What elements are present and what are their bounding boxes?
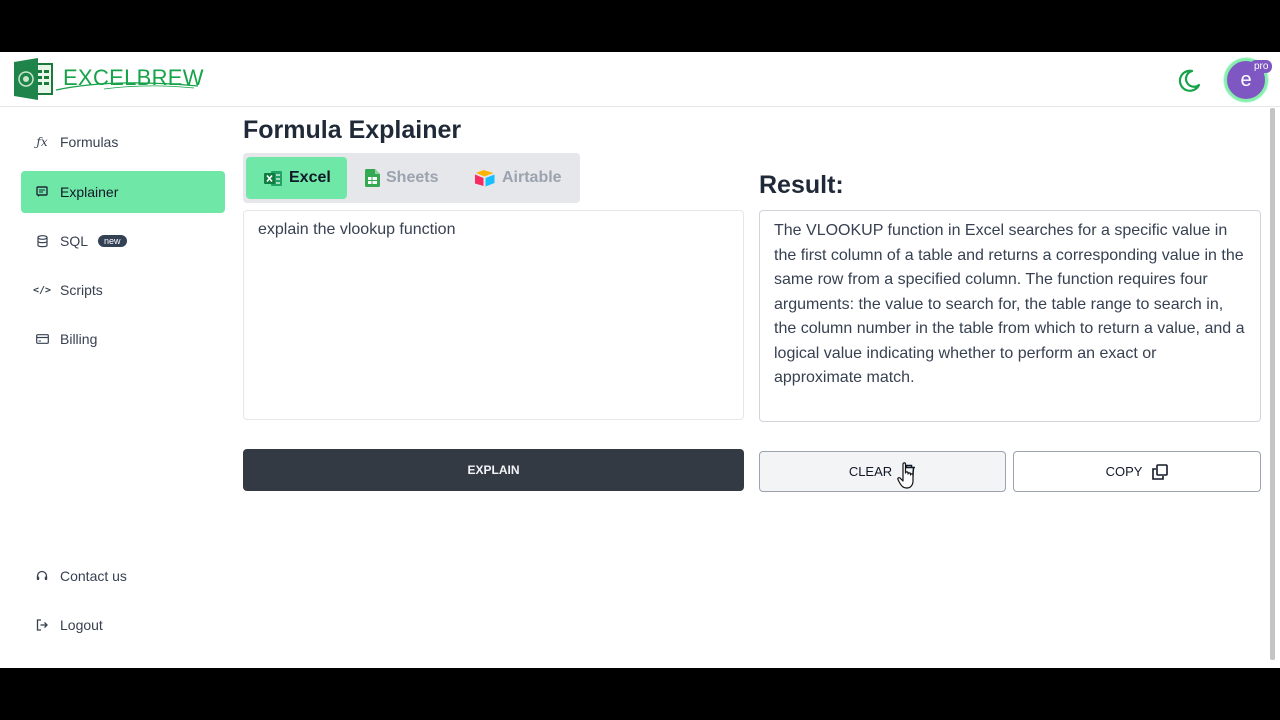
sidebar-item-logout[interactable]: Logout [21, 604, 225, 646]
chat-icon [35, 185, 49, 199]
page-scrollbar[interactable] [1270, 108, 1275, 660]
app-window: EXCELBREW e pro ƒx Formulas Explainer SQ… [0, 52, 1280, 668]
tab-label: Airtable [502, 169, 562, 186]
sidebar-item-contact[interactable]: Contact us [21, 555, 225, 597]
code-icon: </> [32, 284, 52, 296]
headset-icon [35, 569, 49, 583]
database-icon [35, 234, 49, 248]
tab-label: Excel [289, 169, 331, 186]
tab-airtable[interactable]: Airtable [474, 157, 574, 199]
page-title: Formula Explainer [243, 116, 462, 144]
sidebar-item-label: SQL [60, 233, 89, 249]
excel-icon [264, 170, 282, 186]
formula-input[interactable]: explain the vlookup function [243, 210, 744, 420]
sidebar-item-scripts[interactable]: </> Scripts [21, 269, 225, 311]
tab-label: Sheets [386, 169, 439, 186]
copy-button[interactable]: COPY [1013, 451, 1261, 492]
airtable-icon [475, 170, 495, 187]
top-bar: EXCELBREW e pro [0, 52, 1280, 107]
hand-cursor-icon [897, 462, 914, 489]
sidebar-item-explainer[interactable]: Explainer [21, 171, 225, 213]
platform-tabs: Excel Sheets Airtable [243, 153, 580, 203]
clear-label: CLEAR [848, 464, 893, 479]
logo-swoosh [55, 82, 199, 91]
sidebar-item-label: Logout [60, 617, 103, 633]
excel-logo-icon [12, 58, 56, 100]
sidebar-item-label: Scripts [60, 282, 103, 298]
credit-card-icon [35, 332, 49, 346]
sidebar-item-sql[interactable]: SQL new [21, 220, 225, 262]
sidebar-item-billing[interactable]: Billing [21, 318, 225, 360]
new-badge: new [98, 235, 127, 247]
copy-label: COPY [1105, 464, 1143, 479]
moon-icon[interactable] [1176, 68, 1202, 94]
tab-excel[interactable]: Excel [246, 157, 347, 199]
explain-button[interactable]: EXPLAIN [243, 449, 744, 491]
logout-icon [35, 618, 49, 632]
sidebar-item-label: Billing [60, 331, 98, 347]
google-sheets-icon [365, 169, 380, 187]
pro-badge: pro [1250, 60, 1273, 73]
result-heading: Result: [759, 171, 844, 199]
sidebar-item-label: Formulas [60, 134, 119, 150]
clear-button[interactable]: CLEAR [759, 451, 1006, 492]
sidebar-item-label: Contact us [60, 568, 127, 584]
function-icon: ƒx [36, 135, 48, 149]
result-output: The VLOOKUP function in Excel searches f… [759, 210, 1261, 422]
sidebar-item-formulas[interactable]: ƒx Formulas [21, 121, 225, 163]
sidebar-item-label: Explainer [60, 184, 119, 200]
user-avatar[interactable]: e pro [1224, 58, 1273, 102]
tab-sheets[interactable]: Sheets [365, 157, 460, 199]
copy-icon [1152, 463, 1169, 480]
